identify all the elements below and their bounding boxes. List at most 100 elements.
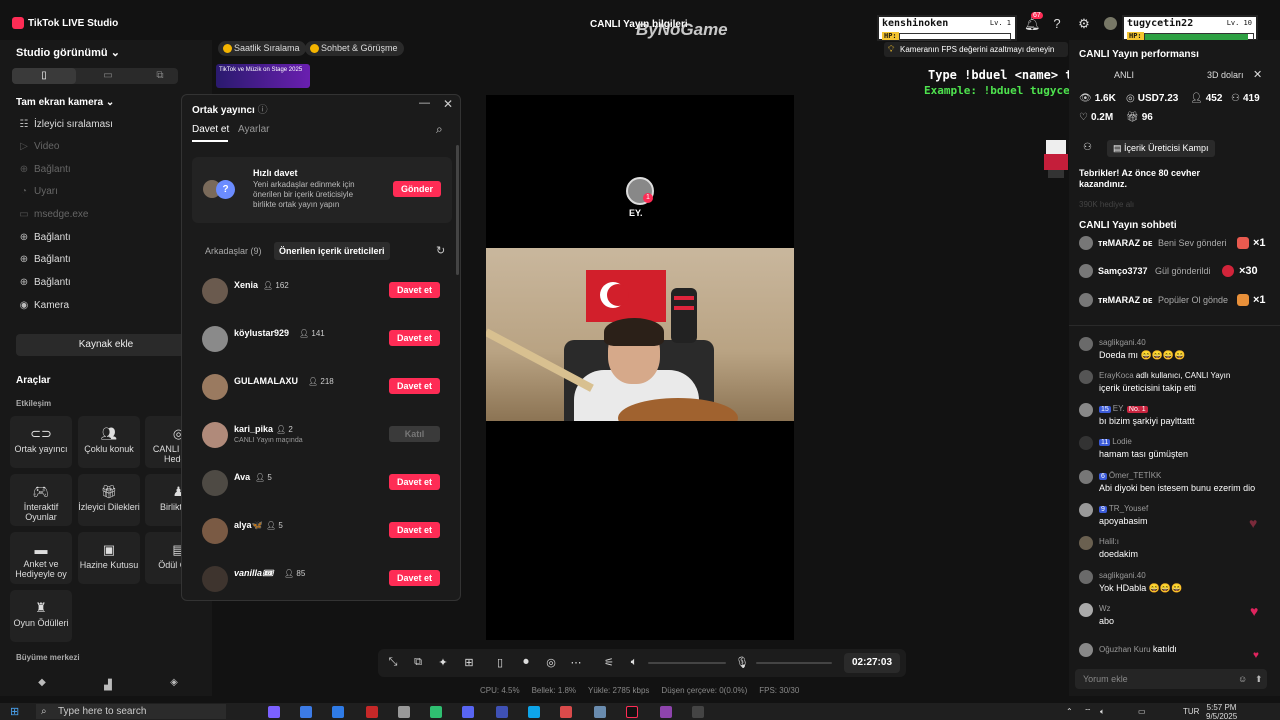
browser-icon[interactable] bbox=[332, 706, 344, 718]
emoji-icon[interactable]: ☺ bbox=[1238, 669, 1247, 689]
chat-username[interactable]: saglikgani.40 bbox=[1099, 338, 1146, 347]
wifi-icon[interactable]: ⌔ bbox=[1084, 707, 1092, 717]
join-button[interactable]: Katıl bbox=[389, 426, 440, 442]
tray-chevron-icon[interactable]: ⌃ bbox=[1066, 707, 1073, 716]
app-icon[interactable] bbox=[560, 706, 572, 718]
speaker-icon[interactable]: 🔈︎ bbox=[627, 656, 641, 669]
promo-banner[interactable]: TikTok ve Müzik on Stage 2025 bbox=[216, 64, 310, 88]
fullscreen-camera-scene[interactable]: Tam ekran kamera ⌄ bbox=[16, 97, 114, 108]
store-icon[interactable] bbox=[300, 706, 312, 718]
windows-start-icon[interactable]: ⊞ bbox=[10, 705, 22, 718]
source-item[interactable]: ⊕ Bağlantı bbox=[18, 277, 71, 288]
bell-icon[interactable]: 🔔︎ bbox=[1024, 17, 1041, 31]
app-icon[interactable] bbox=[430, 706, 442, 718]
landscape-view-button[interactable]: ▭ bbox=[76, 68, 140, 84]
hourly-ranking-pill[interactable]: Saatlik Sıralama bbox=[218, 41, 306, 56]
record-icon[interactable]: ⏺ bbox=[519, 656, 533, 669]
growth-tool-1[interactable]: ◆ bbox=[36, 677, 52, 688]
help-icon[interactable]: ? bbox=[1050, 17, 1064, 31]
comment-input[interactable]: Yorum ekle ☺ ⬆ bbox=[1075, 669, 1267, 689]
info-icon[interactable]: ⓘ bbox=[258, 105, 268, 116]
ai-icon[interactable]: ✦ bbox=[436, 656, 450, 669]
settings-icon[interactable]: ⚙ bbox=[1077, 17, 1091, 31]
source-item[interactable]: ⊕ Bağlantı bbox=[18, 232, 71, 243]
add-user-icon[interactable]: ⚇ bbox=[1083, 142, 1092, 153]
app-icon[interactable] bbox=[398, 706, 410, 718]
creator-camp-chip[interactable]: ▤ İçerik Üreticisi Kampı bbox=[1107, 140, 1215, 157]
viewer-wishes-tool[interactable]: 🎁︎ İzleyici Dilekleri bbox=[78, 474, 140, 526]
scrollbar[interactable] bbox=[456, 145, 459, 275]
chat-username[interactable]: Halil:ı bbox=[1099, 537, 1119, 546]
microphone-icon[interactable]: 🎙︎ bbox=[735, 656, 749, 669]
poll-tool[interactable]: ▬ Anket ve Hediyeyle oy bbox=[10, 532, 72, 584]
layout-icon[interactable]: ⧉ bbox=[411, 656, 425, 669]
invite-button[interactable]: Davet et bbox=[389, 378, 440, 394]
app-icon[interactable] bbox=[692, 706, 704, 718]
chat-username[interactable]: Oğuzhan Kuru katıldı bbox=[1099, 644, 1177, 654]
capture-icon[interactable]: ◎ bbox=[544, 656, 558, 669]
add-source-button[interactable]: Kaynak ekle bbox=[16, 334, 196, 356]
volume-icon[interactable]: 🔈︎ bbox=[1100, 707, 1105, 717]
chat-username[interactable]: 6 Ömer_TETİKK bbox=[1099, 471, 1161, 480]
chat-username[interactable]: 9 TR_Yousef bbox=[1099, 504, 1148, 513]
copilot-icon[interactable] bbox=[268, 706, 280, 718]
source-item[interactable]: ▭ msedge.exe bbox=[18, 209, 88, 220]
close-icon[interactable]: ✕ bbox=[443, 97, 453, 111]
growth-tool-2[interactable]: ▟ bbox=[102, 680, 118, 691]
chat-meet-pill[interactable]: Sohbet & Görüşme bbox=[305, 41, 404, 56]
growth-tool-3[interactable]: ◈ bbox=[168, 677, 184, 688]
studio-view-dropdown[interactable]: Studio görünümü ⌄ bbox=[16, 46, 120, 59]
tab-friends[interactable]: Arkadaşlar (9) bbox=[200, 242, 267, 260]
chat-username[interactable]: ErayKoca adlı kullanıcı, CANLI Yayın bbox=[1099, 371, 1230, 380]
chat-username[interactable]: 15 EY. No. 1 bbox=[1099, 404, 1150, 413]
settings-sliders-icon[interactable]: ⚟ bbox=[602, 656, 616, 669]
portrait-view-button[interactable]: ▯ bbox=[12, 68, 76, 84]
multi-guest-tool[interactable]: 👥︎ Çoklu konuk bbox=[78, 416, 140, 468]
treasure-box-tool[interactable]: ▣ Hazine Kutusu bbox=[78, 532, 140, 584]
close-icon[interactable]: ✕ bbox=[1253, 68, 1262, 81]
tab-invite[interactable]: Davet et bbox=[192, 124, 229, 135]
source-item[interactable]: ◉ Kamera bbox=[18, 300, 69, 311]
app-icon[interactable] bbox=[496, 706, 508, 718]
tab-settings[interactable]: Ayarlar bbox=[238, 124, 270, 135]
invite-button[interactable]: Davet et bbox=[389, 330, 440, 346]
magic-effects-icon[interactable]: ⤡ bbox=[386, 656, 400, 669]
app-icon[interactable] bbox=[660, 706, 672, 718]
phone-icon[interactable]: ▯ bbox=[493, 656, 507, 669]
chat-username[interactable]: 11 Lodie bbox=[1099, 437, 1132, 446]
invite-button[interactable]: Davet et bbox=[389, 474, 440, 490]
edge-icon[interactable] bbox=[528, 706, 540, 718]
volume-slider[interactable] bbox=[648, 662, 726, 664]
app-icon[interactable] bbox=[594, 706, 606, 718]
co-host-tool[interactable]: ⊂⊃ Ortak yayıncı bbox=[10, 416, 72, 468]
game-rewards-tool[interactable]: ♜ Oyun Ödülleri bbox=[10, 590, 72, 642]
minimize-icon[interactable]: — bbox=[419, 97, 430, 109]
battery-icon[interactable]: ▭ bbox=[1138, 707, 1146, 716]
chat-username[interactable]: Wz bbox=[1099, 604, 1111, 613]
more-icon[interactable]: ⋯ bbox=[569, 656, 583, 669]
clock[interactable]: 5:57 PM 9/5/2025 bbox=[1206, 703, 1237, 720]
source-item[interactable]: ◔ Uyarı bbox=[18, 186, 58, 197]
tiktok-icon[interactable] bbox=[626, 706, 638, 718]
send-icon[interactable]: ⬆ bbox=[1255, 669, 1263, 689]
app-icon[interactable] bbox=[366, 706, 378, 718]
language-indicator[interactable]: TUR bbox=[1183, 707, 1199, 716]
mic-slider[interactable] bbox=[756, 662, 832, 664]
taskbar-search[interactable]: ⌕ Type here to search bbox=[36, 704, 226, 719]
profile-avatar[interactable] bbox=[1104, 17, 1117, 30]
source-item[interactable]: ☷ İzleyici sıralaması bbox=[18, 119, 113, 130]
search-icon[interactable]: ⌕ bbox=[436, 122, 443, 137]
invite-button[interactable]: Davet et bbox=[389, 282, 440, 298]
send-button[interactable]: Gönder bbox=[393, 181, 441, 197]
interactive-games-tool[interactable]: 🎮︎ İnteraktif Oyunlar bbox=[10, 474, 72, 526]
add-scene-icon[interactable]: ⊞ bbox=[462, 656, 476, 669]
source-item[interactable]: ▷ Video bbox=[18, 141, 59, 152]
chat-username[interactable]: saglikgani.40 bbox=[1099, 571, 1146, 580]
tab-suggested-creators[interactable]: Önerilen içerik üreticileri bbox=[274, 242, 390, 260]
split-view-button[interactable]: ⧉ bbox=[140, 68, 180, 84]
invite-button[interactable]: Davet et bbox=[389, 522, 440, 538]
source-item[interactable]: ⊕ Bağlantı bbox=[18, 254, 71, 265]
refresh-icon[interactable]: ↻ bbox=[436, 244, 445, 257]
invite-button[interactable]: Davet et bbox=[389, 570, 440, 586]
discord-icon[interactable] bbox=[462, 706, 474, 718]
